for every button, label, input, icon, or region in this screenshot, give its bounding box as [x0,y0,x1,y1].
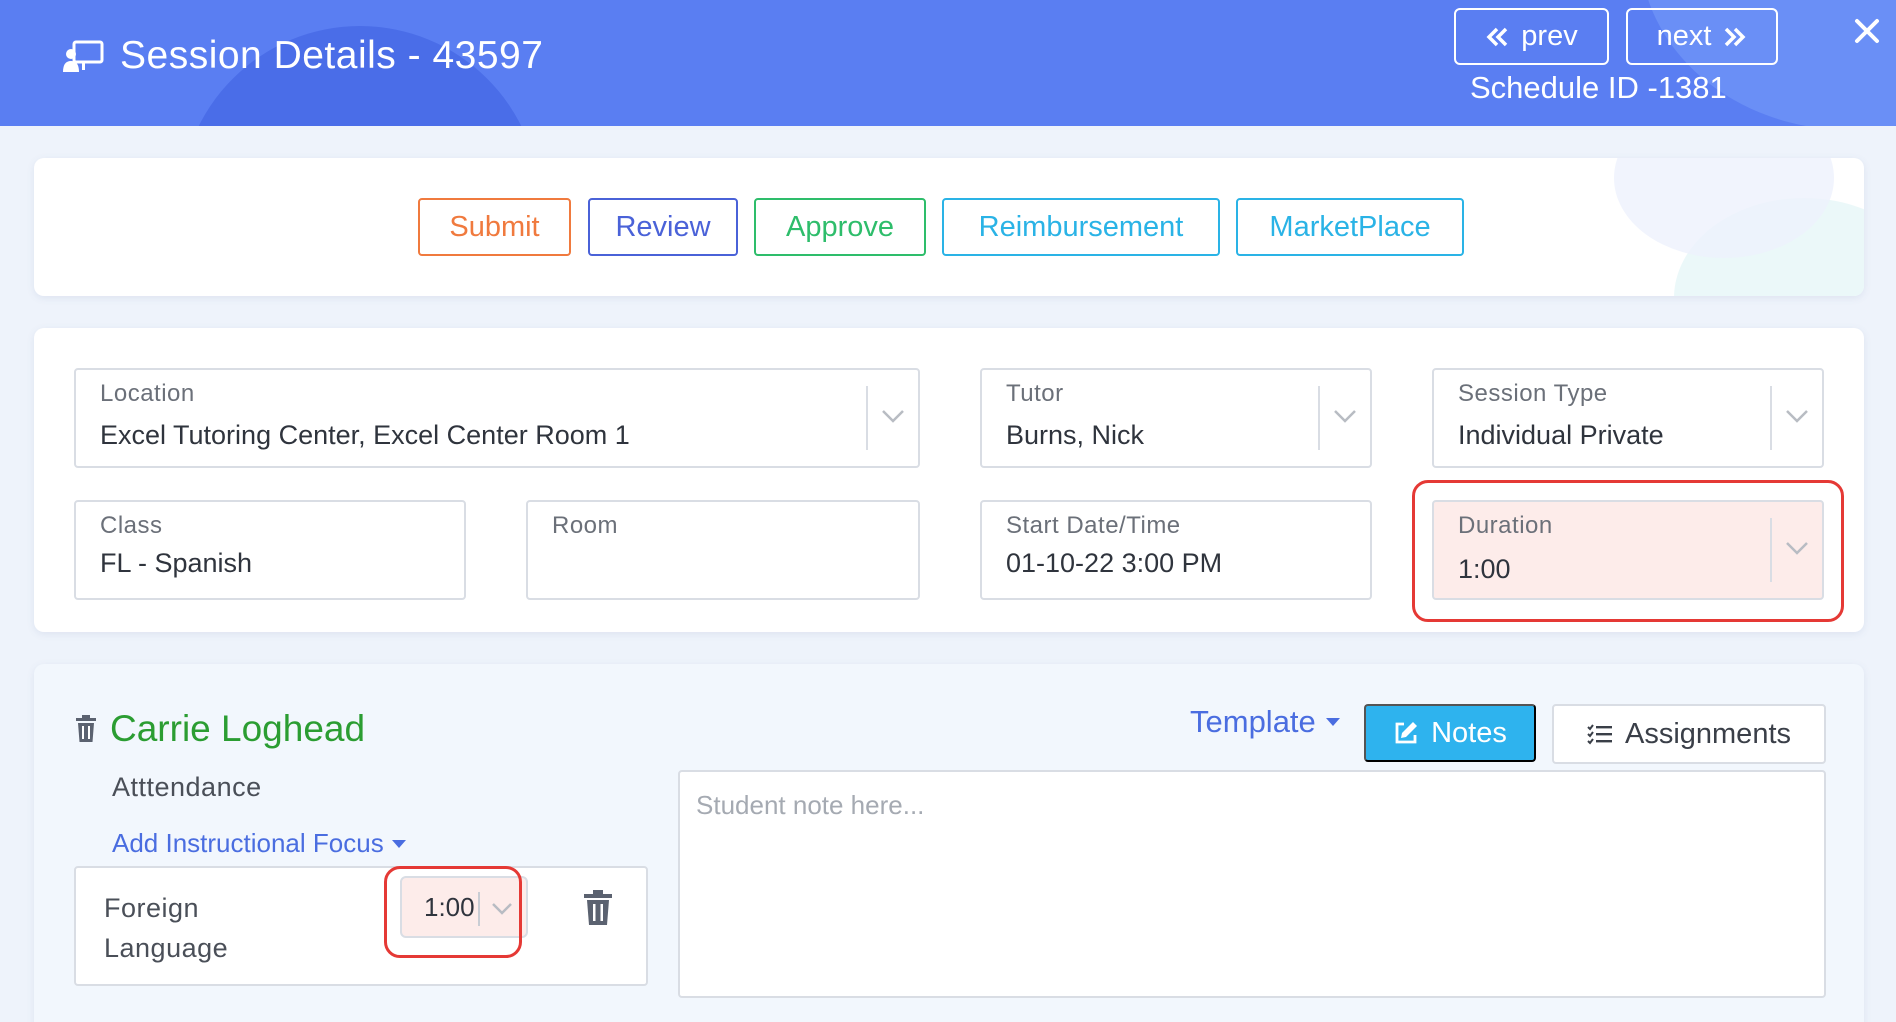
reimbursement-button[interactable]: Reimbursement [942,198,1220,256]
edit-icon [1395,722,1418,744]
attendance-label[interactable]: Atttendance [112,772,262,803]
duration-value: 1:00 [1458,554,1511,584]
add-instructional-focus-dropdown[interactable]: Add Instructional Focus [112,828,406,859]
assignments-label: Assignments [1624,717,1791,750]
close-icon[interactable] [1854,18,1880,44]
tutor-label: Tutor [1006,380,1064,407]
double-chevron-left-icon [1486,27,1508,46]
duration-select[interactable]: Duration 1:00 [1432,500,1824,600]
caret-down-icon [1325,718,1340,726]
double-chevron-right-icon [1725,27,1746,46]
tutor-value: Burns, Nick [1006,420,1145,450]
class-label: Class [100,512,163,539]
focus-label: Foreign Language [104,893,229,963]
add-instructional-focus-label: Add Instructional Focus [112,828,384,858]
session-type-value: Individual Private [1458,420,1664,450]
student-card: Carrie Loghead Atttendance Add Instructi… [34,664,1864,1022]
duration-label: Duration [1458,512,1553,539]
submit-button[interactable]: Submit [418,198,571,256]
chevron-down-icon[interactable] [880,406,906,426]
caret-down-icon [391,839,406,848]
notes-button[interactable]: Notes [1364,704,1536,762]
trash-icon[interactable] [74,715,98,743]
room-label: Room [552,512,619,539]
notes-label: Notes [1431,716,1507,749]
student-note-placeholder: Student note here... [696,790,925,820]
chevron-down-icon[interactable] [1784,406,1810,426]
page-title: Session Details - 43597 [120,34,544,77]
class-value: FL - Spanish [100,548,253,578]
room-field[interactable]: Room [526,500,920,600]
select-divider [1770,386,1772,450]
marketplace-button[interactable]: MarketPlace [1236,198,1464,256]
next-button[interactable]: next [1626,8,1778,65]
session-type-label: Session Type [1458,380,1608,407]
start-datetime-value: 01-10-22 3:00 PM [1006,548,1223,578]
template-dropdown[interactable]: Template [1190,704,1340,740]
student-note-textarea[interactable]: Student note here... [678,770,1826,998]
prev-button[interactable]: prev [1454,8,1609,65]
approve-button[interactable]: Approve [754,198,926,256]
workflow-actions-card: Submit Review Approve Reimbursement Mark… [34,158,1864,296]
prev-label: prev [1521,20,1578,52]
chevron-down-icon[interactable] [1784,538,1810,558]
instructional-focus-item: Foreign Language 1:00 [74,866,648,986]
session-form-card: Location Excel Tutoring Center, Excel Ce… [34,328,1864,632]
assignments-button[interactable]: Assignments [1552,704,1826,764]
start-datetime-field[interactable]: Start Date/Time 01-10-22 3:00 PM [980,500,1372,600]
start-datetime-label: Start Date/Time [1006,512,1181,539]
select-divider [1770,518,1772,582]
location-label: Location [100,380,195,407]
page-title-group: Session Details - 43597 [62,34,543,78]
select-divider [866,386,868,450]
session-presentation-icon [63,40,104,72]
focus-duration-highlight [384,866,522,958]
chevron-down-icon[interactable] [1332,406,1358,426]
review-button[interactable]: Review [588,198,738,256]
student-name: Carrie Loghead [110,708,366,749]
session-type-select[interactable]: Session Type Individual Private [1432,368,1824,468]
select-divider [1318,386,1320,450]
next-label: next [1656,20,1712,52]
schedule-id: Schedule ID -1381 [1470,70,1727,105]
trash-icon[interactable] [582,890,614,926]
session-header: Session Details - 43597 prev next Schedu… [0,0,1896,126]
student-header: Carrie Loghead [74,708,365,750]
location-value: Excel Tutoring Center, Excel Center Room… [100,420,630,450]
template-label: Template [1190,704,1316,739]
tutor-select[interactable]: Tutor Burns, Nick [980,368,1372,468]
class-field[interactable]: Class FL - Spanish [74,500,466,600]
location-select[interactable]: Location Excel Tutoring Center, Excel Ce… [74,368,920,468]
checklist-icon [1587,724,1612,745]
